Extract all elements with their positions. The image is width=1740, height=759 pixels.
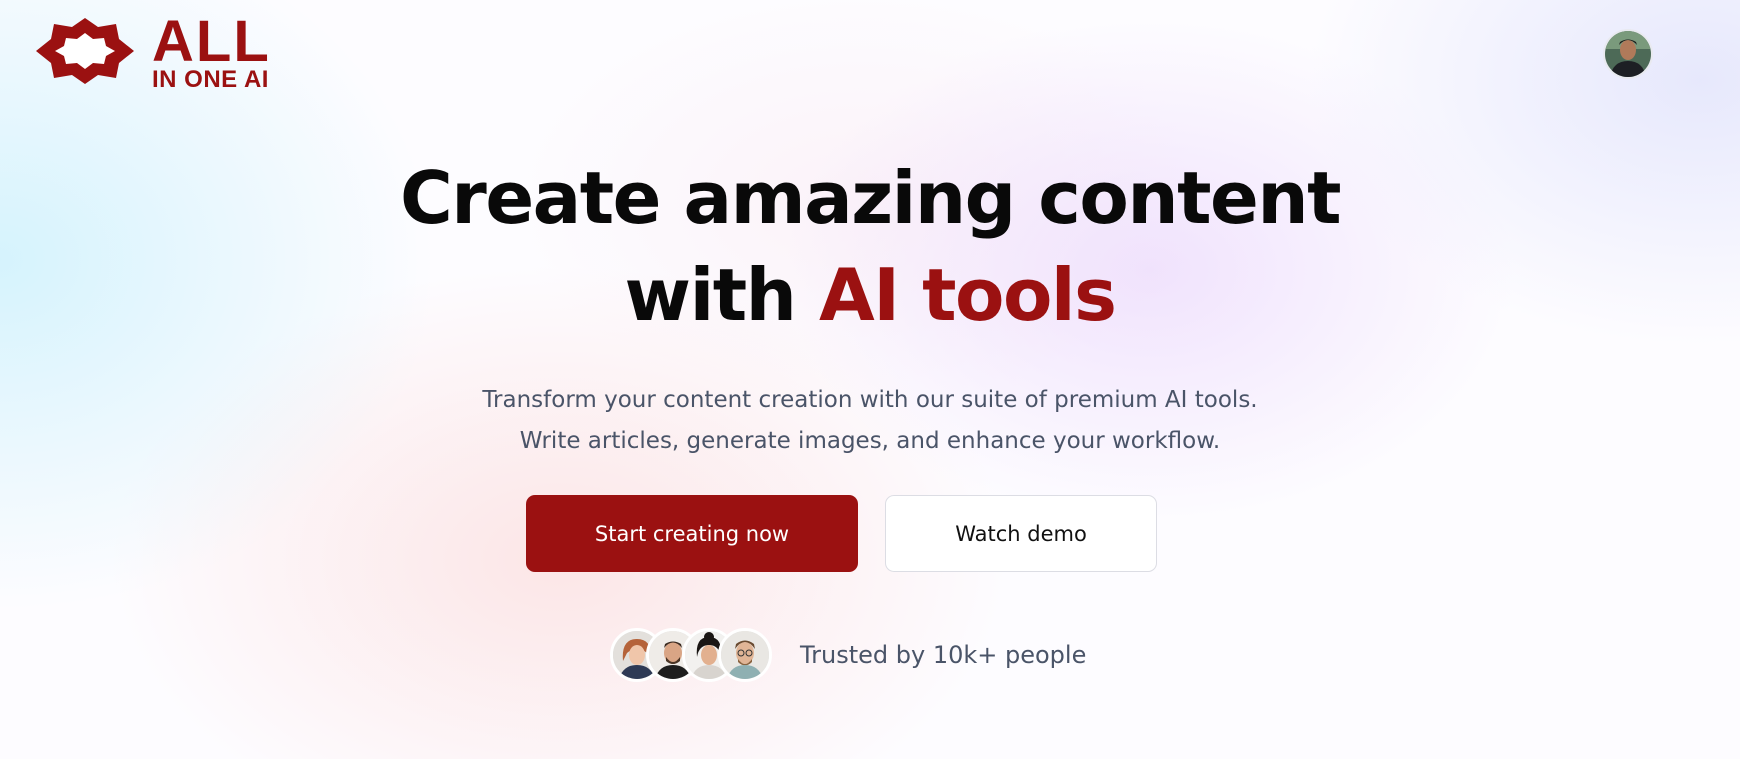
hero-title-line-1: Create amazing content — [399, 156, 1342, 240]
user-avatar[interactable] — [1603, 29, 1653, 79]
hero-title-accent: AI tools — [818, 253, 1117, 337]
start-creating-button[interactable]: Start creating now — [526, 495, 858, 572]
hero-subtitle: Transform your content creation with our… — [0, 380, 1740, 462]
hero-title: Create amazing content with AI tools — [0, 150, 1740, 344]
watch-demo-button[interactable]: Watch demo — [885, 495, 1157, 572]
logo-line-2: IN ONE AI — [152, 66, 269, 93]
star-octagon-icon — [36, 18, 134, 84]
hero-section: Create amazing content with AI tools Tra… — [0, 150, 1740, 462]
top-bar: ALL IN ONE AI — [0, 0, 1740, 104]
hero-title-line-2-prefix: with — [624, 253, 819, 337]
avatar-4 — [718, 628, 772, 682]
trusted-by-text: Trusted by 10k+ people — [800, 641, 1087, 669]
social-proof: Trusted by 10k+ people — [0, 628, 1740, 682]
logo-wordmark: ALL IN ONE AI — [152, 9, 271, 93]
hero-subtitle-line-2: Write articles, generate images, and enh… — [519, 428, 1221, 454]
logo-line-1: ALL — [152, 9, 271, 74]
brand-logo[interactable]: ALL IN ONE AI — [36, 13, 336, 92]
hero-subtitle-line-1: Transform your content creation with our… — [482, 387, 1258, 413]
avatar-stack — [610, 628, 774, 682]
cta-buttons: Start creating now Watch demo — [0, 495, 1740, 573]
